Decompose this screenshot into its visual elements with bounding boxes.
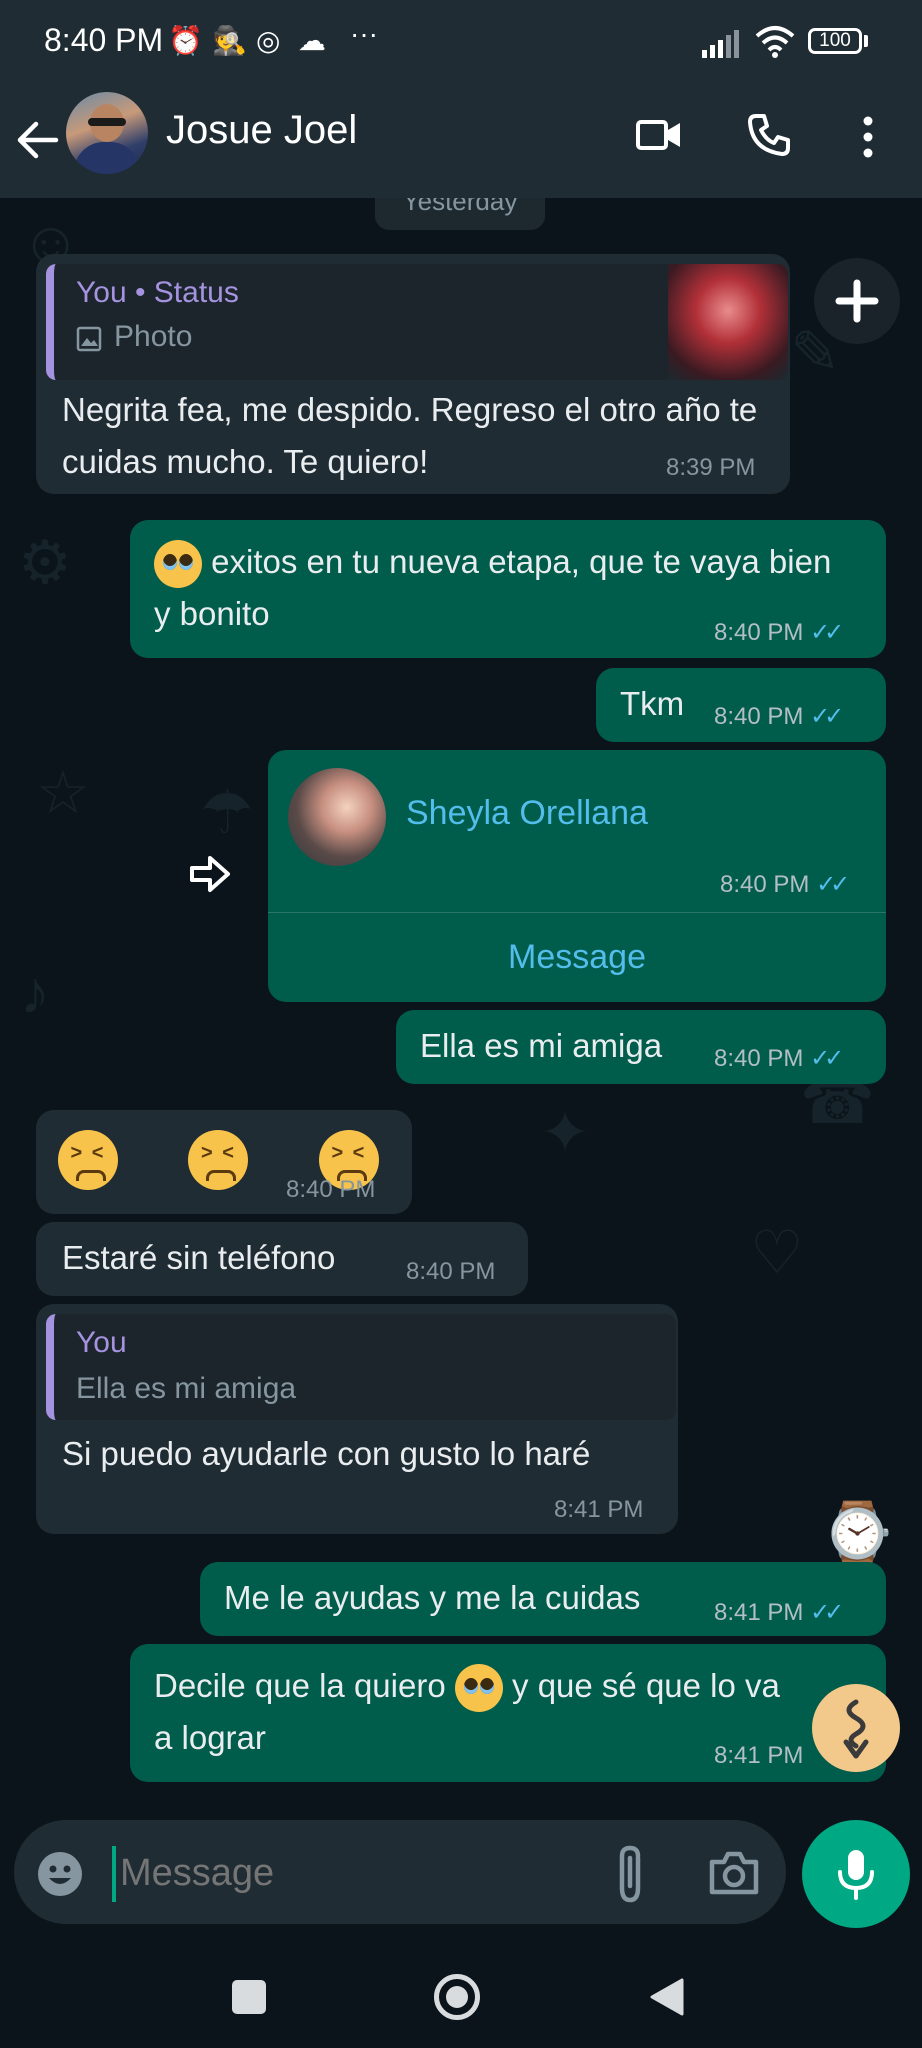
message-text: Si puedo ayudarle con gusto lo haré <box>62 1435 591 1472</box>
photo-icon <box>76 326 102 352</box>
message-time: 8:41 PM <box>554 1496 644 1523</box>
message-time: 8:41 PM <box>714 1742 804 1769</box>
message-bubble-outgoing[interactable]: Me le ayudas y me la cuidas 8:41 PM ✓✓ <box>200 1562 886 1636</box>
message-time: 8:40 PM ✓✓ <box>714 619 844 646</box>
chat-header: Josue Joel <box>0 80 922 198</box>
message-text: Estaré sin teléfono <box>62 1239 336 1276</box>
read-receipt-icon: ✓✓ <box>810 619 844 646</box>
message-text: Ella es mi amiga <box>420 1027 663 1064</box>
date-divider: Yesterday <box>375 198 545 230</box>
message-bubble-outgoing[interactable]: Decile que la quiero y que sé que lo va … <box>130 1644 886 1782</box>
message-composer <box>14 1820 786 1924</box>
message-bubble-outgoing[interactable]: exitos en tu nueva etapa, que te vaya bi… <box>130 520 886 658</box>
battery-tip <box>864 35 868 47</box>
message-time: 8:39 PM <box>666 454 756 481</box>
status-bar: 8:40 PM ⏰ 🕵 ◎ ☁ ··· 100 <box>0 0 922 80</box>
more-dots-icon: ··· <box>350 18 378 49</box>
incognito-icon: 🕵 <box>212 25 247 56</box>
battery-indicator: 100 <box>808 28 862 54</box>
camera-icon[interactable] <box>708 1850 760 1896</box>
voice-message-button[interactable] <box>802 1820 910 1928</box>
status-time: 8:40 PM <box>44 22 164 58</box>
wifi-icon <box>755 26 795 58</box>
message-text: Me le ayudas y me la cuidas <box>224 1579 641 1616</box>
chat-area[interactable]: ☺ ✎ ⚙ ☆ ♪ ☎ ♡ ✉ ⌚ ✦ ☂ Yesterday You • St… <box>0 198 922 1810</box>
message-contact-button[interactable]: Message <box>268 913 886 1002</box>
persevering-face-emoji <box>188 1130 249 1190</box>
message-time: 8:41 PM ✓✓ <box>714 1599 844 1626</box>
contact-name[interactable]: Sheyla Orellana <box>406 794 648 833</box>
read-receipt-icon: ✓✓ <box>810 1599 844 1626</box>
voice-call-icon[interactable] <box>746 112 792 158</box>
message-time: 8:40 PM <box>286 1176 376 1203</box>
plus-icon <box>835 279 879 323</box>
status-photo-thumbnail[interactable] <box>668 264 788 380</box>
message-time: 8:40 PM ✓✓ <box>714 1045 844 1072</box>
message-time: 8:40 PM <box>406 1258 496 1285</box>
quoted-message[interactable]: You Ella es mi amiga <box>46 1314 676 1420</box>
read-receipt-icon: ✓✓ <box>810 1045 844 1072</box>
system-navigation-bar <box>0 1940 922 2048</box>
attachment-icon[interactable] <box>614 1844 648 1904</box>
alarm-icon: ⏰ <box>168 25 203 56</box>
message-bubble-incoming[interactable]: You • Status Photo Negrita fea, me despi… <box>36 254 790 494</box>
contact-avatar[interactable] <box>288 768 386 866</box>
recents-button[interactable] <box>232 1980 266 2014</box>
message-bubble-incoming[interactable]: Estaré sin teléfono 8:40 PM <box>36 1222 528 1296</box>
avatar[interactable] <box>66 92 148 174</box>
instagram-icon: ◎ <box>256 25 281 56</box>
forward-icon[interactable] <box>188 854 232 894</box>
back-arrow-icon[interactable] <box>16 118 60 162</box>
quote-text: Ella es mi amiga <box>76 1372 297 1405</box>
emoji-icon[interactable] <box>36 1850 84 1898</box>
quote-author: You <box>76 1326 127 1359</box>
message-text: Negrita fea, me despido. Regreso el otro… <box>62 391 758 480</box>
home-button[interactable] <box>434 1974 480 2020</box>
cloud-icon: ☁ <box>298 25 326 56</box>
contact-name[interactable]: Josue Joel <box>166 108 357 153</box>
contact-card-message[interactable]: Sheyla Orellana 8:40 PM ✓✓ Message <box>268 750 886 1002</box>
message-text: Tkm <box>620 685 685 722</box>
message-bubble-outgoing[interactable]: Tkm 8:40 PM ✓✓ <box>596 668 886 742</box>
video-call-icon[interactable] <box>636 118 682 152</box>
quote-type: Photo <box>114 320 193 353</box>
microphone-icon <box>838 1850 874 1900</box>
read-receipt-icon: ✓✓ <box>816 871 850 898</box>
message-bubble-outgoing[interactable]: Ella es mi amiga 8:40 PM ✓✓ <box>396 1010 886 1084</box>
message-input[interactable] <box>118 1842 602 1904</box>
pleading-face-emoji <box>454 1664 503 1713</box>
message-time: 8:40 PM ✓✓ <box>714 703 844 730</box>
message-time: 8:40 PM ✓✓ <box>720 871 850 898</box>
add-status-reaction-button[interactable] <box>814 258 900 344</box>
quoted-status[interactable]: You • Status Photo <box>46 264 788 380</box>
scroll-to-bottom-button[interactable] <box>812 1684 900 1772</box>
kebab-menu-icon[interactable] <box>860 114 876 160</box>
quote-author: You • Status <box>76 276 239 309</box>
pleading-face-emoji <box>154 540 202 589</box>
text-cursor <box>112 1846 116 1902</box>
persevering-face-emoji <box>58 1130 118 1190</box>
read-receipt-icon: ✓✓ <box>810 703 844 730</box>
message-bubble-incoming[interactable]: You Ella es mi amiga Si puedo ayudarle c… <box>36 1304 678 1534</box>
back-nav-button[interactable] <box>648 1976 686 2018</box>
signal-icon <box>702 30 739 58</box>
swirl-down-arrow-icon <box>843 1699 869 1759</box>
message-bubble-incoming[interactable]: 8:40 PM <box>36 1110 412 1214</box>
